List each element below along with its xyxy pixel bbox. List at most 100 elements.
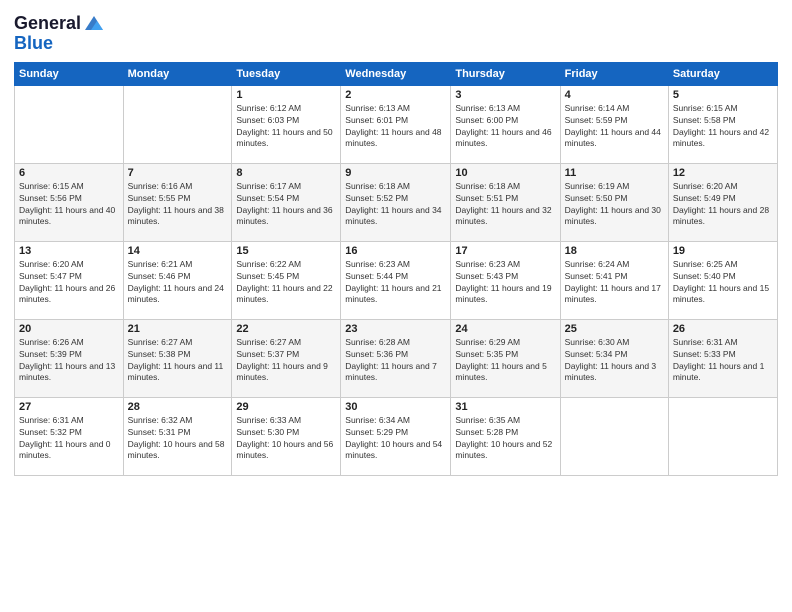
day-number: 12	[673, 167, 773, 179]
day-detail: Sunrise: 6:34 AMSunset: 5:29 PMDaylight:…	[345, 415, 446, 463]
day-number: 21	[128, 323, 228, 335]
calendar-day-cell: 12 Sunrise: 6:20 AMSunset: 5:49 PMDayligh…	[668, 163, 777, 241]
calendar-day-cell: 17Sunrise: 6:23 AMSunset: 5:43 PMDayligh…	[451, 241, 560, 319]
day-detail: Sunrise: 6:30 AMSunset: 5:34 PMDaylight:…	[565, 337, 664, 385]
day-detail: Sunrise: 6:22 AMSunset: 5:45 PMDaylight:…	[236, 259, 336, 307]
weekday-header: Wednesday	[341, 62, 451, 85]
calendar-day-cell: 18 Sunrise: 6:24 AMSunset: 5:41 PMDayligh…	[560, 241, 668, 319]
day-number: 2	[345, 89, 446, 101]
day-detail: Sunrise: 6:15 AMSunset: 5:56 PMDaylight:…	[19, 181, 119, 229]
calendar-day-cell: 22 Sunrise: 6:27 AMSunset: 5:37 PMDayligh…	[232, 319, 341, 397]
day-number: 9	[345, 167, 446, 179]
calendar-week-row: 13Sunrise: 6:20 AMSunset: 5:47 PMDayligh…	[15, 241, 778, 319]
day-detail: Sunrise: 6:20 AMSunset: 5:47 PMDaylight:…	[19, 259, 119, 307]
day-detail: Sunrise: 6:12 AMSunset: 6:03 PMDaylight:…	[236, 103, 336, 151]
day-number: 5	[673, 89, 773, 101]
day-detail: Sunrise: 6:23 AMSunset: 5:43 PMDaylight:…	[455, 259, 555, 307]
day-number: 20	[19, 323, 119, 335]
day-number: 14	[128, 245, 228, 257]
calendar-day-cell: 5 Sunrise: 6:15 AMSunset: 5:58 PMDaylight…	[668, 85, 777, 163]
day-detail: Sunrise: 6:16 AMSunset: 5:55 PMDaylight:…	[128, 181, 228, 229]
day-number: 4	[565, 89, 664, 101]
day-detail: Sunrise: 6:14 AMSunset: 5:59 PMDaylight:…	[565, 103, 664, 151]
calendar-day-cell: 15 Sunrise: 6:22 AMSunset: 5:45 PMDayligh…	[232, 241, 341, 319]
calendar-day-cell: 19 Sunrise: 6:25 AMSunset: 5:40 PMDayligh…	[668, 241, 777, 319]
calendar-week-row: 27Sunrise: 6:31 AMSunset: 5:32 PMDayligh…	[15, 397, 778, 475]
calendar-day-cell: 24Sunrise: 6:29 AMSunset: 5:35 PMDayligh…	[451, 319, 560, 397]
day-number: 8	[236, 167, 336, 179]
header: General Blue	[14, 10, 778, 54]
weekday-header: Monday	[123, 62, 232, 85]
day-number: 31	[455, 401, 555, 413]
calendar-day-cell: 9 Sunrise: 6:18 AMSunset: 5:52 PMDaylight…	[341, 163, 451, 241]
calendar-day-cell: 21 Sunrise: 6:27 AMSunset: 5:38 PMDayligh…	[123, 319, 232, 397]
day-detail: Sunrise: 6:21 AMSunset: 5:46 PMDaylight:…	[128, 259, 228, 307]
calendar-day-cell: 16 Sunrise: 6:23 AMSunset: 5:44 PMDayligh…	[341, 241, 451, 319]
day-detail: Sunrise: 6:31 AMSunset: 5:32 PMDaylight:…	[19, 415, 119, 463]
day-detail: Sunrise: 6:31 AMSunset: 5:33 PMDaylight:…	[673, 337, 773, 385]
calendar-day-cell: 31 Sunrise: 6:35 AMSunset: 5:28 PMDayligh…	[451, 397, 560, 475]
day-detail: Sunrise: 6:15 AMSunset: 5:58 PMDaylight:…	[673, 103, 773, 151]
calendar-day-cell: 4 Sunrise: 6:14 AMSunset: 5:59 PMDaylight…	[560, 85, 668, 163]
calendar-day-cell: 26 Sunrise: 6:31 AMSunset: 5:33 PMDayligh…	[668, 319, 777, 397]
day-number: 30	[345, 401, 446, 413]
day-detail: Sunrise: 6:13 AMSunset: 6:01 PMDaylight:…	[345, 103, 446, 151]
weekday-header: Sunday	[15, 62, 124, 85]
weekday-header: Tuesday	[232, 62, 341, 85]
day-detail: Sunrise: 6:24 AMSunset: 5:41 PMDaylight:…	[565, 259, 664, 307]
calendar-day-cell: 10Sunrise: 6:18 AMSunset: 5:51 PMDayligh…	[451, 163, 560, 241]
day-number: 18	[565, 245, 664, 257]
calendar-day-cell: 27Sunrise: 6:31 AMSunset: 5:32 PMDayligh…	[15, 397, 124, 475]
day-detail: Sunrise: 6:20 AMSunset: 5:49 PMDaylight:…	[673, 181, 773, 229]
day-detail: Sunrise: 6:35 AMSunset: 5:28 PMDaylight:…	[455, 415, 555, 463]
day-number: 3	[455, 89, 555, 101]
day-detail: Sunrise: 6:19 AMSunset: 5:50 PMDaylight:…	[565, 181, 664, 229]
day-number: 26	[673, 323, 773, 335]
day-detail: Sunrise: 6:33 AMSunset: 5:30 PMDaylight:…	[236, 415, 336, 463]
day-number: 29	[236, 401, 336, 413]
calendar-day-cell: 7Sunrise: 6:16 AMSunset: 5:55 PMDaylight…	[123, 163, 232, 241]
calendar-day-cell: 14 Sunrise: 6:21 AMSunset: 5:46 PMDayligh…	[123, 241, 232, 319]
calendar-week-row: 20Sunrise: 6:26 AMSunset: 5:39 PMDayligh…	[15, 319, 778, 397]
day-number: 6	[19, 167, 119, 179]
calendar-day-cell: 25Sunrise: 6:30 AMSunset: 5:34 PMDayligh…	[560, 319, 668, 397]
calendar-header-row: SundayMondayTuesdayWednesdayThursdayFrid…	[15, 62, 778, 85]
calendar-day-cell: 3 Sunrise: 6:13 AMSunset: 6:00 PMDaylight…	[451, 85, 560, 163]
page: General Blue SundayMondayTuesdayWednesda…	[0, 0, 792, 612]
day-detail: Sunrise: 6:29 AMSunset: 5:35 PMDaylight:…	[455, 337, 555, 385]
day-number: 28	[128, 401, 228, 413]
weekday-header: Friday	[560, 62, 668, 85]
day-detail: Sunrise: 6:25 AMSunset: 5:40 PMDaylight:…	[673, 259, 773, 307]
day-detail: Sunrise: 6:17 AMSunset: 5:54 PMDaylight:…	[236, 181, 336, 229]
day-number: 11	[565, 167, 664, 179]
day-detail: Sunrise: 6:18 AMSunset: 5:52 PMDaylight:…	[345, 181, 446, 229]
day-number: 23	[345, 323, 446, 335]
day-number: 16	[345, 245, 446, 257]
weekday-header: Thursday	[451, 62, 560, 85]
calendar-day-cell: 13Sunrise: 6:20 AMSunset: 5:47 PMDayligh…	[15, 241, 124, 319]
calendar-day-cell: 2 Sunrise: 6:13 AMSunset: 6:01 PMDaylight…	[341, 85, 451, 163]
logo-general: General	[14, 14, 81, 34]
day-number: 15	[236, 245, 336, 257]
calendar-day-cell	[560, 397, 668, 475]
day-detail: Sunrise: 6:27 AMSunset: 5:38 PMDaylight:…	[128, 337, 228, 385]
day-detail: Sunrise: 6:23 AMSunset: 5:44 PMDaylight:…	[345, 259, 446, 307]
logo-icon	[83, 12, 105, 34]
day-number: 22	[236, 323, 336, 335]
calendar-day-cell	[668, 397, 777, 475]
calendar-day-cell: 6 Sunrise: 6:15 AMSunset: 5:56 PMDaylight…	[15, 163, 124, 241]
calendar-day-cell: 11 Sunrise: 6:19 AMSunset: 5:50 PMDayligh…	[560, 163, 668, 241]
calendar-day-cell: 8 Sunrise: 6:17 AMSunset: 5:54 PMDaylight…	[232, 163, 341, 241]
day-number: 19	[673, 245, 773, 257]
day-detail: Sunrise: 6:27 AMSunset: 5:37 PMDaylight:…	[236, 337, 336, 385]
calendar-day-cell: 28Sunrise: 6:32 AMSunset: 5:31 PMDayligh…	[123, 397, 232, 475]
weekday-header: Saturday	[668, 62, 777, 85]
day-detail: Sunrise: 6:28 AMSunset: 5:36 PMDaylight:…	[345, 337, 446, 385]
logo-blue: Blue	[14, 34, 105, 54]
calendar-week-row: 1 Sunrise: 6:12 AMSunset: 6:03 PMDaylight…	[15, 85, 778, 163]
calendar-day-cell: 29 Sunrise: 6:33 AMSunset: 5:30 PMDayligh…	[232, 397, 341, 475]
calendar-day-cell: 1 Sunrise: 6:12 AMSunset: 6:03 PMDaylight…	[232, 85, 341, 163]
day-detail: Sunrise: 6:13 AMSunset: 6:00 PMDaylight:…	[455, 103, 555, 151]
calendar-day-cell: 20Sunrise: 6:26 AMSunset: 5:39 PMDayligh…	[15, 319, 124, 397]
day-number: 1	[236, 89, 336, 101]
